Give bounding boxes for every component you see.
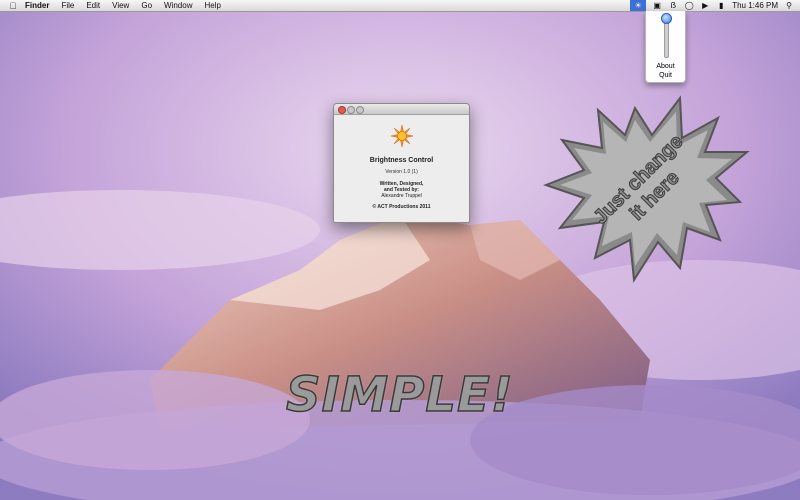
promo-simple-text: SIMPLE! [285, 366, 514, 424]
app-version: Version 1.0 (1) [385, 169, 418, 175]
battery-icon[interactable]: ▮ [716, 1, 726, 10]
brightness-slider-track[interactable] [664, 18, 669, 58]
status-area: ☀ ▣ ẞ ◯ ▶ ▮ Thu 1:46 PM ⚲ [630, 0, 794, 11]
display-icon[interactable]: ▣ [652, 1, 662, 10]
menu-window[interactable]: Window [164, 0, 192, 11]
brightness-icon[interactable]: ☀ [630, 0, 647, 11]
copyright-text: © ACT Productions 2011 [372, 204, 431, 210]
apple-menu-icon[interactable]:  [6, 1, 20, 11]
menu-view[interactable]: View [112, 0, 129, 11]
menu-edit[interactable]: Edit [86, 0, 100, 11]
menu-go[interactable]: Go [141, 0, 152, 11]
window-titlebar[interactable] [334, 104, 469, 115]
menu-finder[interactable]: Finder [25, 0, 49, 11]
menu-clock[interactable]: Thu 1:46 PM [732, 1, 778, 10]
brightness-menu-panel: About Quit [645, 11, 686, 83]
about-window: Brightness Control Version 1.0 (1) Writt… [333, 103, 470, 223]
app-name: Brightness Control [369, 157, 434, 164]
spotlight-search-icon[interactable]: ⚲ [784, 1, 794, 10]
volume-icon[interactable]: ▶ [700, 1, 710, 10]
zoom-button[interactable] [356, 106, 364, 114]
menu-item-quit[interactable]: Quit [646, 72, 685, 79]
menu-file[interactable]: File [61, 0, 74, 11]
minimize-button[interactable] [347, 106, 355, 114]
brightness-slider-knob[interactable] [661, 13, 672, 24]
about-content: Brightness Control Version 1.0 (1) Writt… [334, 125, 469, 210]
author-name: Alexandre Truppel [381, 193, 422, 199]
sun-icon [390, 125, 413, 147]
menu-item-about[interactable]: About [646, 63, 685, 70]
close-button[interactable] [338, 106, 346, 114]
wifi-icon[interactable]: ◯ [684, 1, 694, 10]
bluetooth-icon[interactable]: ẞ [668, 1, 678, 10]
menu-help[interactable]: Help [204, 0, 220, 11]
